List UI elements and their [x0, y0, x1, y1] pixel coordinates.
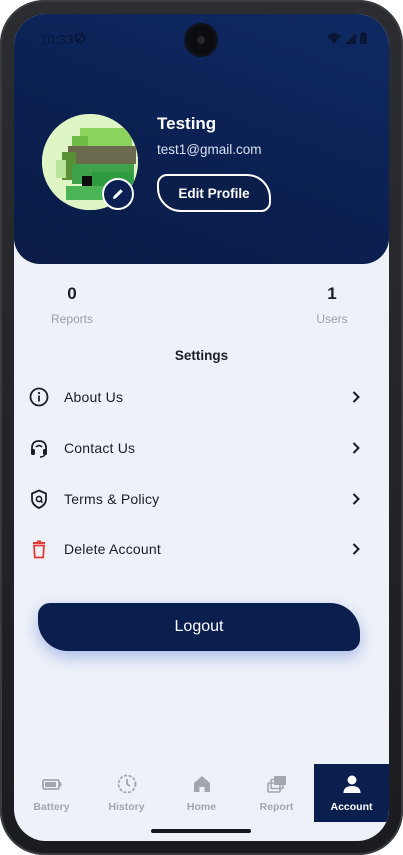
bottom-nav: Battery History Home Report Account [14, 764, 389, 822]
nav-item-battery[interactable]: Battery [14, 764, 89, 822]
pencil-icon [113, 189, 123, 199]
settings-title: Settings [174, 348, 229, 363]
menu-item-terms-policy[interactable]: Terms & Policy [14, 474, 389, 524]
nav-label: History [108, 801, 145, 813]
status-time: 10:33 [40, 32, 74, 47]
chevron-right-icon [352, 442, 360, 454]
menu-label: Contact Us [64, 440, 136, 456]
signal-icon [345, 32, 356, 44]
trash-icon [33, 540, 45, 559]
report-icon [266, 776, 286, 793]
edit-profile-button[interactable]: Edit Profile [157, 174, 271, 212]
stat-reports: 0 Reports [50, 284, 94, 326]
nav-label: Battery [33, 801, 70, 813]
profile-header: 10:33 Testing test1@gmail.com Edit Profi… [14, 14, 389, 264]
history-icon [117, 774, 136, 794]
menu-label: Terms & Policy [64, 491, 160, 507]
nav-label: Account [330, 801, 373, 813]
menu-item-delete-account[interactable]: Delete Account [14, 524, 389, 574]
nav-item-history[interactable]: History [89, 764, 164, 822]
edit-avatar-button[interactable] [102, 178, 134, 210]
stat-users-label: Users [316, 312, 348, 326]
shield-icon [31, 489, 47, 509]
stat-reports-value: 0 [67, 284, 77, 303]
logout-button[interactable]: Logout [38, 603, 360, 651]
profile-name: Testing [157, 114, 217, 133]
menu-item-about-us[interactable]: About Us [14, 372, 389, 422]
battery-status-icon [360, 32, 367, 44]
status-icons [327, 32, 367, 44]
menu-label: Delete Account [64, 541, 161, 557]
stat-reports-label: Reports [50, 312, 94, 326]
profile-email: test1@gmail.com [157, 142, 262, 157]
status-bar: 10:33 [14, 14, 389, 58]
battery-icon [41, 779, 61, 790]
chevron-right-icon [352, 493, 360, 505]
wifi-icon [327, 33, 341, 44]
avatar-container[interactable] [42, 114, 138, 210]
front-camera [187, 26, 215, 54]
phone-frame: 10:33 Testing test1@gmail.com Edit Profi… [0, 0, 403, 855]
info-icon [29, 387, 49, 407]
nav-item-home[interactable]: Home [164, 764, 239, 822]
nav-label: Report [259, 801, 294, 813]
screen: 10:33 Testing test1@gmail.com Edit Profi… [14, 14, 389, 841]
home-indicator[interactable] [151, 829, 251, 833]
nav-item-report[interactable]: Report [239, 764, 314, 822]
nav-label: Home [186, 801, 217, 813]
nav-item-account[interactable]: Account [314, 764, 389, 822]
home-icon [193, 776, 210, 792]
chevron-right-icon [352, 391, 360, 403]
stat-users: 1 Users [310, 284, 354, 326]
chevron-right-icon [352, 543, 360, 555]
menu-item-contact-us[interactable]: Contact Us [14, 423, 389, 473]
data-saver-icon [74, 32, 86, 44]
headset-icon [31, 440, 47, 458]
account-icon [343, 775, 360, 793]
stat-users-value: 1 [327, 284, 337, 303]
menu-label: About Us [64, 389, 124, 405]
